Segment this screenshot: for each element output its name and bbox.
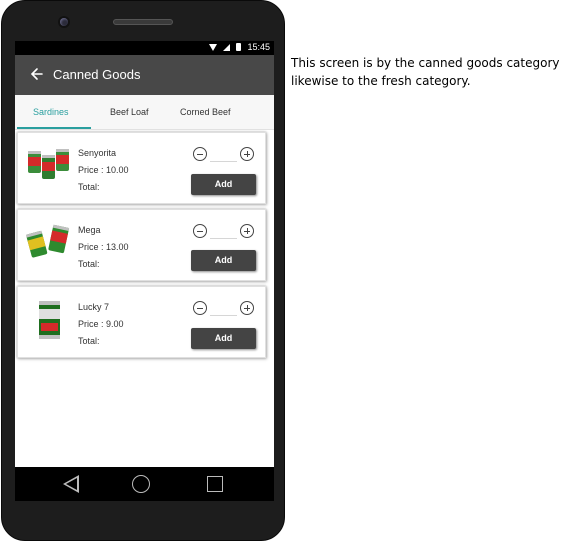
tab-beef-loaf[interactable]: Beef Loaf: [110, 107, 149, 117]
product-total: Total:: [78, 336, 100, 346]
quantity-field[interactable]: [210, 238, 237, 239]
sardine-cans-image: [28, 149, 69, 179]
nav-home-icon[interactable]: [132, 475, 150, 493]
battery-icon: [236, 43, 242, 51]
category-tabs: Sardines Beef Loaf Corned Beef: [15, 95, 274, 130]
decrease-quantity-button[interactable]: [193, 224, 207, 238]
annotation-line-2: likewise to the fresh category.: [291, 74, 471, 88]
app-bar: Canned Goods: [15, 55, 274, 95]
product-card: Mega Price : 13.00 Total: Add: [17, 209, 266, 281]
speaker-grill: [113, 19, 173, 25]
product-total: Total:: [78, 182, 100, 192]
page-title: Canned Goods: [53, 67, 141, 82]
annotation-note: This screen is by the canned goods categ…: [291, 54, 571, 90]
increase-quantity-button[interactable]: [240, 147, 254, 161]
sardine-cans-image: [26, 224, 70, 258]
increase-quantity-button[interactable]: [240, 301, 254, 315]
app-screen: 15:45 Canned Goods Sardines Beef Loaf Co…: [15, 41, 274, 501]
sardine-can-image: [39, 301, 60, 339]
add-button[interactable]: Add: [191, 250, 256, 271]
quantity-field[interactable]: [210, 315, 237, 316]
product-name: Lucky 7: [78, 302, 110, 312]
product-price: Price : 9.00: [78, 319, 124, 329]
product-name: Senyorita: [78, 148, 117, 158]
system-nav-bar: [15, 467, 274, 501]
decrease-quantity-button[interactable]: [193, 301, 207, 315]
arrow-left-icon[interactable]: [29, 66, 45, 82]
add-button[interactable]: Add: [191, 328, 256, 349]
tab-corned-beef[interactable]: Corned Beef: [180, 107, 231, 117]
wifi-icon: [209, 43, 218, 51]
product-name: Mega: [78, 225, 101, 235]
signal-icon: [223, 43, 231, 51]
nav-back-icon-inner: [65, 477, 77, 490]
product-price: Price : 10.00: [78, 165, 129, 175]
status-bar: 15:45: [15, 41, 274, 55]
increase-quantity-button[interactable]: [240, 224, 254, 238]
add-button[interactable]: Add: [191, 174, 256, 195]
phone-frame: 15:45 Canned Goods Sardines Beef Loaf Co…: [1, 0, 285, 541]
quantity-field[interactable]: [210, 161, 237, 162]
front-camera: [60, 18, 68, 26]
nav-recents-icon[interactable]: [207, 476, 223, 492]
tab-sardines[interactable]: Sardines: [33, 107, 69, 117]
active-tab-indicator: [17, 127, 91, 129]
product-card: Senyorita Price : 10.00 Total: Add: [17, 132, 266, 204]
decrease-quantity-button[interactable]: [193, 147, 207, 161]
product-total: Total:: [78, 259, 100, 269]
product-price: Price : 13.00: [78, 242, 129, 252]
product-card: Lucky 7 Price : 9.00 Total: Add: [17, 286, 266, 358]
status-time: 15:45: [247, 42, 270, 52]
annotation-line-1: This screen is by the canned goods categ…: [291, 56, 560, 70]
